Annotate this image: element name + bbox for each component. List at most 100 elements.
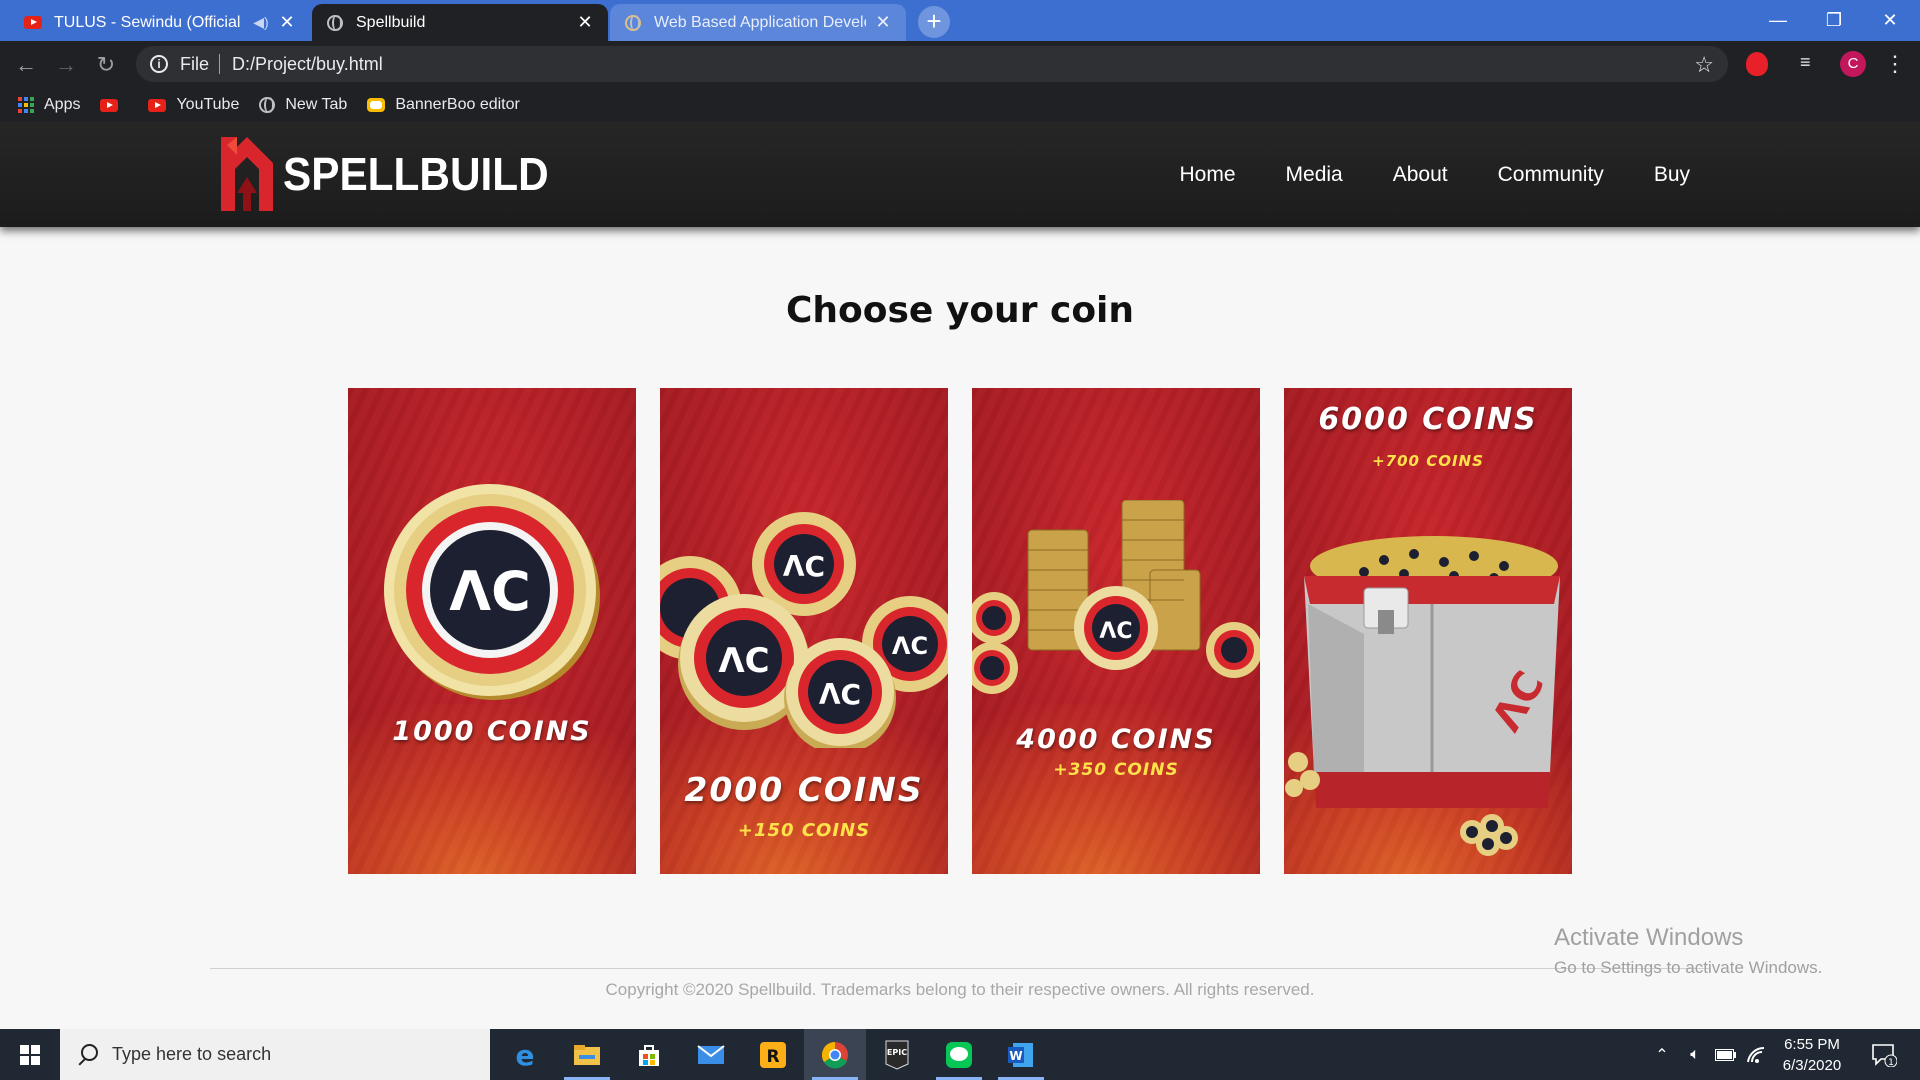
profile-avatar[interactable]: C xyxy=(1840,51,1866,77)
mail-icon[interactable] xyxy=(680,1029,742,1080)
media-controls-icon[interactable]: ≡ xyxy=(1800,52,1822,74)
taskbar-search[interactable]: Type here to search xyxy=(60,1029,490,1080)
clock-time: 6:55 PM xyxy=(1784,1036,1840,1053)
tab-youtube[interactable]: TULUS - Sewindu (Official Mu ◀) ✕ xyxy=(10,4,310,41)
url-divider xyxy=(219,54,221,74)
svg-text:W: W xyxy=(1009,1049,1022,1063)
page-title: Choose your coin xyxy=(785,290,1135,331)
bookmark-star-icon[interactable]: ☆ xyxy=(1694,52,1714,78)
card-title: 4000 COINS xyxy=(1016,724,1216,755)
close-window-button[interactable]: ✕ xyxy=(1862,0,1918,41)
chrome-icon[interactable] xyxy=(804,1029,866,1080)
store-icon[interactable] xyxy=(618,1029,680,1080)
svg-text:ΛC: ΛC xyxy=(449,560,530,623)
bookmark-label: BannerBoo editor xyxy=(395,96,520,113)
coin-card-4000[interactable]: ΛC 4000 COINS +350 COINS xyxy=(972,388,1260,874)
coin-card-1000[interactable]: ΛC 1000 COINS xyxy=(348,388,636,874)
notification-count: 1 xyxy=(1888,1058,1894,1067)
new-tab-button[interactable]: + xyxy=(918,6,950,38)
globe-icon xyxy=(624,14,642,32)
bookmarks-bar: Apps YouTube New Tab BannerBoo editor xyxy=(0,88,1920,122)
line-icon[interactable] xyxy=(928,1029,990,1080)
svg-text:ΛC: ΛC xyxy=(1099,619,1132,644)
bookmark-apps[interactable]: Apps xyxy=(18,96,80,114)
site-navbar: SPELLBUILD Home Media About Community Bu… xyxy=(0,122,1920,227)
youtube-icon xyxy=(100,98,119,112)
coin-card-2000[interactable]: ΛC ΛC ΛC ΛC 2000 COINS +150 COINS xyxy=(660,388,948,874)
start-button[interactable] xyxy=(0,1029,60,1080)
epic-games-icon[interactable]: EPIC xyxy=(866,1029,928,1080)
search-placeholder: Type here to search xyxy=(112,1044,272,1064)
site-logo[interactable]: SPELLBUILD xyxy=(215,137,572,211)
nav-community[interactable]: Community xyxy=(1498,163,1604,187)
globe-icon xyxy=(259,97,276,113)
rockstar-icon[interactable]: R xyxy=(742,1029,804,1080)
card-title: 1000 COINS xyxy=(392,716,592,747)
svg-text:ΛC: ΛC xyxy=(892,632,928,660)
bookmark-label: Apps xyxy=(44,96,81,113)
copyright-text: Copyright ©2020 Spellbuild. Trademarks b… xyxy=(605,980,1315,999)
extension-shield-icon[interactable] xyxy=(1746,52,1768,76)
speaker-icon[interactable]: ◀) xyxy=(252,14,270,31)
restore-button[interactable]: ❐ xyxy=(1806,0,1862,41)
coin-icon: ΛC xyxy=(384,484,600,700)
card-bonus: +150 COINS xyxy=(737,820,871,841)
nav-home[interactable]: Home xyxy=(1179,163,1235,187)
close-icon[interactable]: ✕ xyxy=(874,12,892,33)
tab-web-app[interactable]: Web Based Application Developm ✕ xyxy=(610,4,906,41)
nav-about[interactable]: About xyxy=(1393,163,1448,187)
globe-icon xyxy=(326,14,344,32)
wifi-icon[interactable] xyxy=(1742,1029,1770,1080)
apps-grid-icon xyxy=(18,97,34,113)
coin-card-6000[interactable]: 6000 COINS +700 COINS ΛC xyxy=(1284,388,1572,874)
coin-crate-icon: ΛC xyxy=(1285,536,1560,856)
edge-icon[interactable]: e xyxy=(494,1029,556,1080)
svg-text:ΛC: ΛC xyxy=(783,550,825,583)
brand-name: SPELLBUILD xyxy=(283,148,549,200)
bookmark-bannerboo[interactable]: BannerBoo editor xyxy=(367,96,520,114)
card-bonus: +700 COINS xyxy=(1372,452,1484,470)
bookmark-youtube-icon-only[interactable] xyxy=(100,98,128,112)
footer-divider xyxy=(210,968,1710,969)
spellbuild-logo-icon xyxy=(221,137,273,211)
notification-center-icon[interactable]: 1 xyxy=(1862,1029,1906,1080)
tab-spellbuild[interactable]: Spellbuild ✕ xyxy=(312,4,608,41)
svg-text:e: e xyxy=(516,1041,535,1069)
menu-icon[interactable]: ⋮ xyxy=(1884,51,1906,77)
address-bar[interactable]: i File D:/Project/buy.html ☆ xyxy=(136,46,1728,82)
activate-windows-watermark: Activate Windows Go to Settings to activ… xyxy=(1554,924,1822,978)
close-icon[interactable]: ✕ xyxy=(278,12,296,33)
page-viewport: SPELLBUILD Home Media About Community Bu… xyxy=(0,122,1920,1029)
bookmark-youtube[interactable]: YouTube xyxy=(148,96,239,114)
nav-media[interactable]: Media xyxy=(1286,163,1343,187)
close-icon[interactable]: ✕ xyxy=(576,12,594,33)
svg-text:EPIC: EPIC xyxy=(887,1048,907,1057)
svg-text:R: R xyxy=(766,1047,779,1067)
watermark-subtitle: Go to Settings to activate Windows. xyxy=(1554,958,1823,977)
tab-title: TULUS - Sewindu (Official Mu xyxy=(54,13,244,31)
youtube-icon xyxy=(24,14,42,32)
watermark-title: Activate Windows xyxy=(1554,924,1744,951)
file-explorer-icon[interactable] xyxy=(556,1029,618,1080)
word-icon[interactable]: W xyxy=(990,1029,1052,1080)
windows-taskbar: Type here to search e R EPIC W ⌃ 🔈︎ 6:55… xyxy=(0,1029,1920,1080)
info-icon[interactable]: i xyxy=(150,55,168,73)
battery-icon[interactable] xyxy=(1712,1029,1740,1080)
url-text[interactable]: D:/Project/buy.html xyxy=(232,54,383,75)
clock-date: 6/3/2020 xyxy=(1782,1057,1842,1074)
search-icon xyxy=(76,1043,98,1066)
reload-icon[interactable]: ↻ xyxy=(90,49,122,81)
svg-text:ΛC: ΛC xyxy=(819,678,861,711)
minimize-button[interactable]: — xyxy=(1750,0,1806,41)
chevron-up-icon[interactable]: ⌃ xyxy=(1650,1029,1674,1080)
bookmark-label: New Tab xyxy=(285,96,348,113)
nav-buy[interactable]: Buy xyxy=(1654,163,1690,187)
card-bonus: +350 COINS xyxy=(1053,760,1179,780)
taskbar-clock[interactable]: 6:55 PM 6/3/2020 xyxy=(1772,1034,1852,1076)
bookmark-new-tab[interactable]: New Tab xyxy=(259,96,347,114)
browser-toolbar: ← → ↻ i File D:/Project/buy.html ☆ ≡ C ⋮ xyxy=(0,41,1920,88)
back-icon[interactable]: ← xyxy=(10,49,42,81)
forward-icon[interactable]: → xyxy=(50,49,82,81)
coin-pile-icon: ΛC ΛC ΛC ΛC xyxy=(660,512,948,748)
volume-icon[interactable]: 🔈︎ xyxy=(1680,1029,1710,1080)
